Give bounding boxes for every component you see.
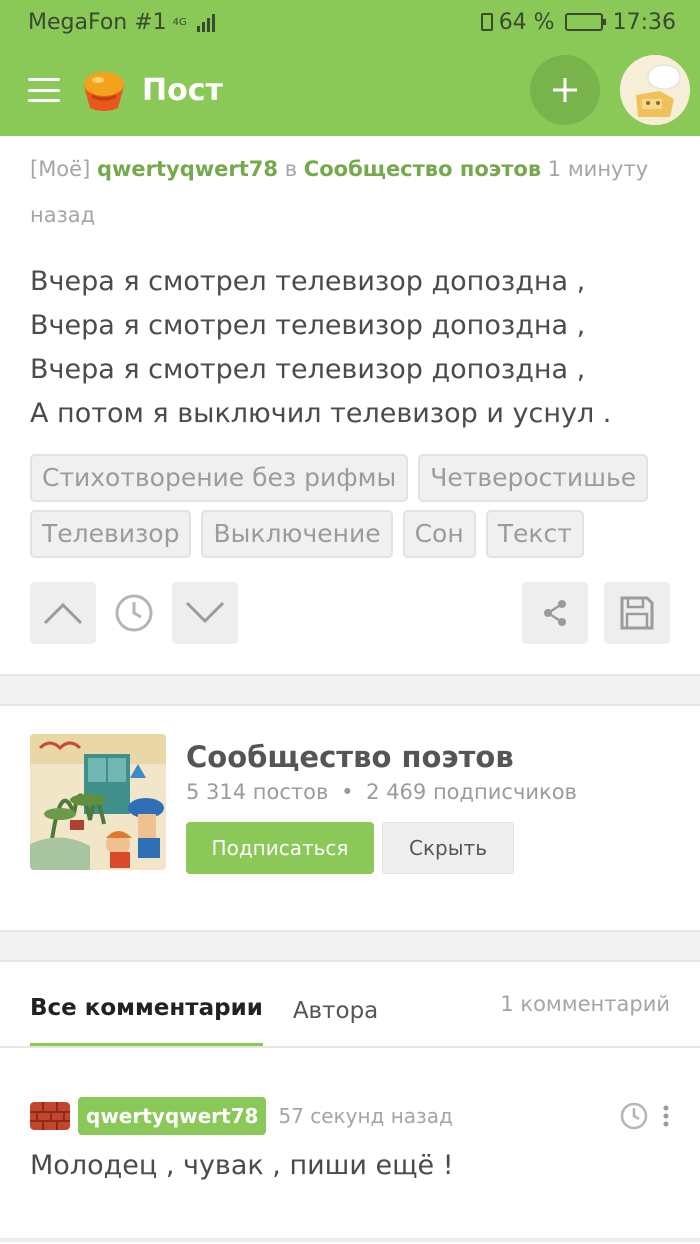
page-title: Пост: [142, 72, 223, 108]
chevron-up-icon: [43, 602, 83, 625]
post-author-link[interactable]: qwertyqwert78: [97, 157, 278, 181]
community-buttons: Подписаться Скрыть: [186, 822, 577, 874]
comment-text: Молодец , чувак , пиши ещё !: [30, 1150, 454, 1181]
tab-all-comments[interactable]: Все комментарии: [30, 995, 263, 1046]
in-word: в: [284, 157, 298, 181]
community-info: Сообщество поэтов 5 314 постов • 2 469 п…: [186, 738, 577, 930]
battery-percent: 64 %: [498, 9, 555, 35]
pikabu-logo: [78, 64, 130, 116]
bottom-divider: [0, 1238, 700, 1242]
post-actions: [30, 582, 670, 644]
subscribers-count: 2 469 подписчиков: [366, 780, 577, 804]
community-stats: 5 314 постов • 2 469 подписчиков: [186, 780, 577, 804]
downvote-button[interactable]: [172, 582, 238, 644]
tag-list: Стихотворение без рифмы Четверостишье Те…: [30, 454, 670, 558]
comment-header: qwertyqwert78 57 секунд назад: [30, 1096, 670, 1136]
subscribe-button[interactable]: Подписаться: [186, 822, 374, 874]
community-card: Сообщество поэтов 5 314 постов • 2 469 п…: [0, 706, 700, 930]
comment: qwertyqwert78 57 секунд назад Молодец , …: [0, 1048, 700, 1181]
post-community-link[interactable]: Сообщество поэтов: [304, 157, 541, 181]
post-line: А потом я выключил телевизор и уснул .: [30, 398, 612, 429]
rating-pending-icon: [96, 593, 172, 633]
tag[interactable]: Четверостишье: [418, 454, 649, 502]
comment-author[interactable]: qwertyqwert78: [78, 1097, 267, 1135]
status-bar: MegaFon #1 4G 64 % 17:36: [0, 0, 700, 44]
clock-time: 17:36: [612, 9, 676, 35]
post-line: Вчера я смотрел телевизор допоздна ,: [30, 354, 586, 385]
post-line: Вчера я смотрел телевизор допоздна ,: [30, 266, 586, 297]
plus-icon: [553, 78, 577, 102]
comment-avatar[interactable]: [30, 1102, 70, 1130]
tag[interactable]: Сон: [402, 510, 476, 558]
post-meta: [Моё] qwertyqwert78 в Сообщество поэтов …: [30, 146, 670, 238]
section-divider: [0, 674, 700, 706]
tag[interactable]: Телевизор: [30, 510, 192, 558]
carrier-name: MegaFon #1: [28, 9, 167, 35]
comments-tabs: Все комментарии Автора 1 комментарий: [0, 962, 700, 1048]
comment-time: 57 секунд назад: [278, 1104, 453, 1128]
posts-count: 5 314 постов: [186, 780, 329, 804]
community-name[interactable]: Сообщество поэтов: [186, 738, 577, 776]
signal-icon: [196, 12, 215, 32]
app-toolbar: Пост: [0, 44, 700, 136]
comment-tools: [620, 1102, 670, 1130]
add-post-button[interactable]: [530, 55, 600, 125]
post-prefix: [Моё]: [30, 157, 91, 181]
comments-count: 1 комментарий: [500, 992, 670, 1016]
upvote-button[interactable]: [30, 582, 96, 644]
user-avatar[interactable]: [620, 55, 690, 125]
vibrate-icon: [480, 13, 493, 31]
chevron-down-icon: [185, 601, 225, 624]
tab-author-comments[interactable]: Автора: [293, 998, 378, 1046]
stats-separator: •: [341, 780, 354, 804]
menu-icon[interactable]: [28, 78, 60, 102]
network-type: 4G: [172, 16, 187, 28]
tag[interactable]: Текст: [485, 510, 584, 558]
share-icon: [544, 600, 566, 626]
battery-icon: [564, 13, 606, 31]
save-button[interactable]: [604, 582, 670, 644]
community-image[interactable]: [30, 734, 166, 870]
clock-icon: [620, 1102, 648, 1130]
more-vertical-icon[interactable]: [662, 1104, 670, 1128]
share-button[interactable]: [522, 582, 588, 644]
save-icon: [620, 596, 654, 630]
post: [Моё] qwertyqwert78 в Сообщество поэтов …: [0, 136, 700, 644]
post-body: Вчера я смотрел телевизор допоздна , Вче…: [30, 260, 670, 436]
section-divider: [0, 930, 700, 962]
tag[interactable]: Выключение: [201, 510, 393, 558]
post-line: Вчера я смотрел телевизор допоздна ,: [30, 310, 586, 341]
clock-icon: [115, 594, 153, 632]
tag[interactable]: Стихотворение без рифмы: [30, 454, 409, 502]
hide-button[interactable]: Скрыть: [382, 822, 514, 874]
